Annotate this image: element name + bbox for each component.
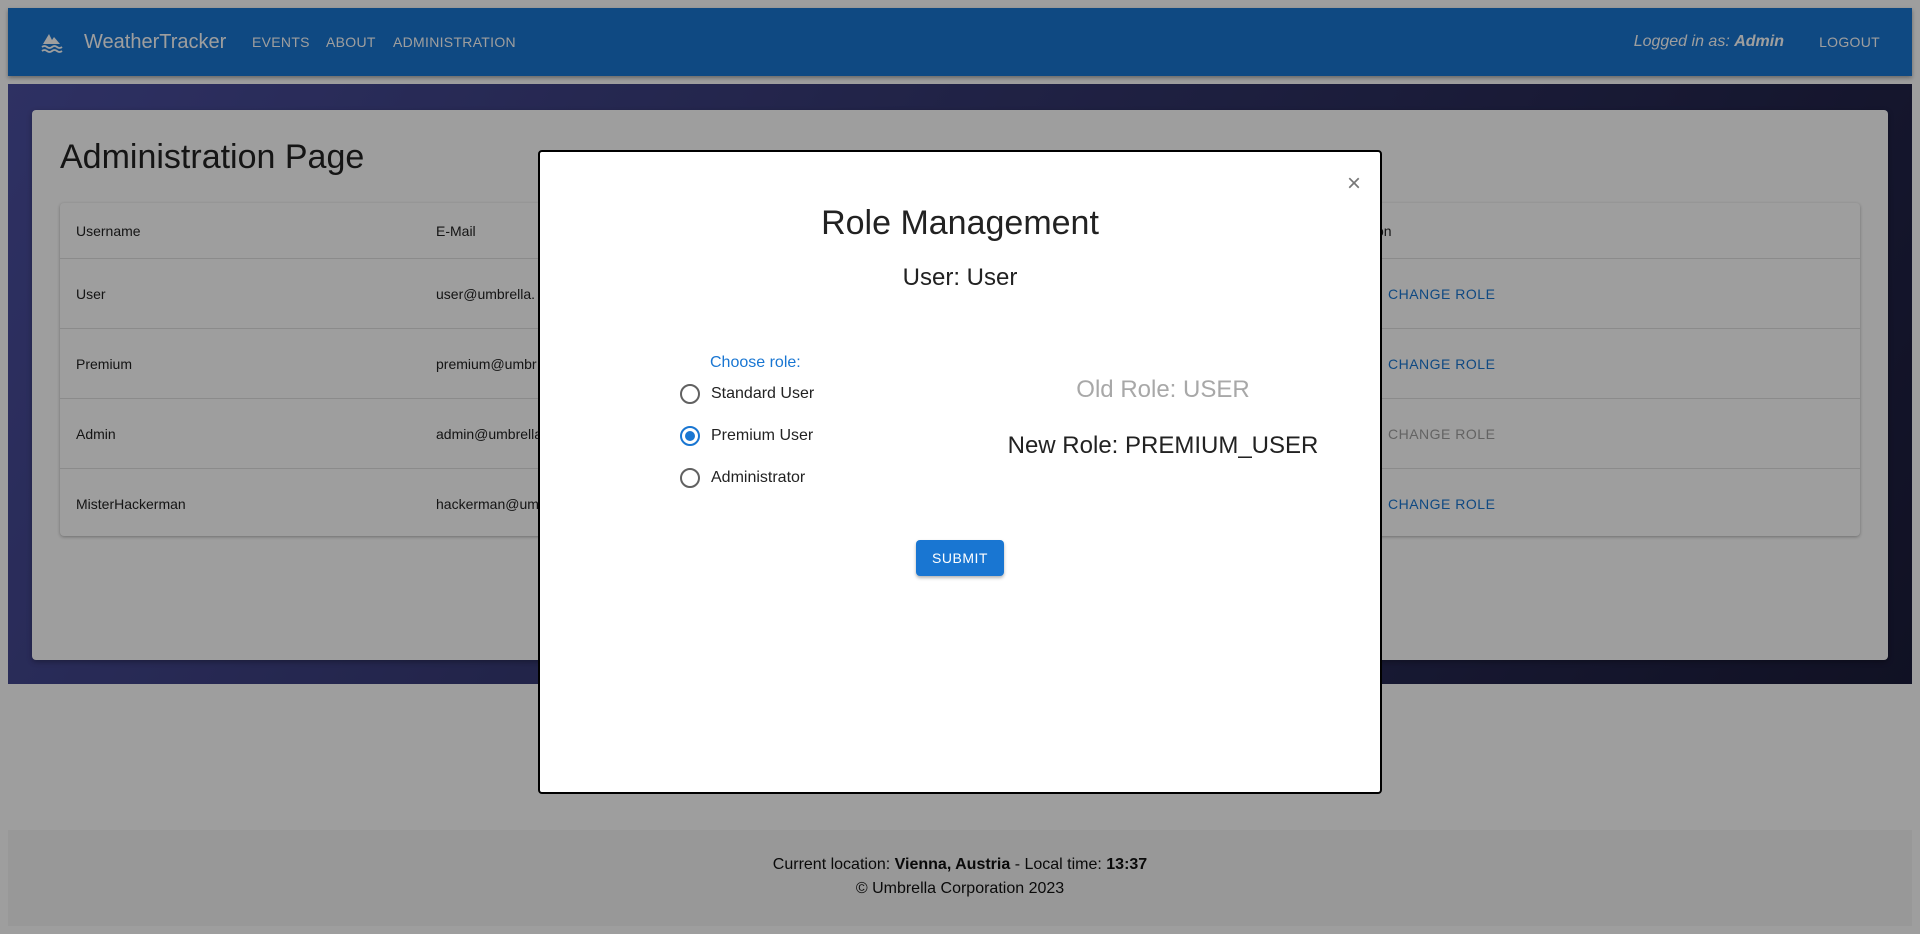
dialog-subtitle: User: User <box>902 264 1018 291</box>
radio-checked-icon[interactable] <box>680 426 700 446</box>
radio-label: Premium User <box>711 427 814 444</box>
radio-unchecked-icon[interactable] <box>680 468 700 488</box>
radio-administrator[interactable]: Administrator <box>680 464 805 492</box>
old-role-text: Old Role: USER <box>1076 376 1250 403</box>
choose-role-legend: Choose role: <box>710 354 801 371</box>
radio-label: Administrator <box>711 469 806 486</box>
radio-premium-user[interactable]: Premium User <box>680 422 813 450</box>
submit-button[interactable]: SUBMIT <box>916 540 1004 576</box>
close-icon[interactable]: × <box>1342 172 1366 196</box>
dialog-title: Role Management <box>821 204 1099 242</box>
radio-standard-user[interactable]: Standard User <box>680 380 814 408</box>
role-management-dialog: × Role Management User: User Choose role… <box>538 150 1382 794</box>
new-role-text: New Role: PREMIUM_USER <box>1007 432 1319 459</box>
radio-unchecked-icon[interactable] <box>680 384 700 404</box>
radio-label: Standard User <box>711 385 815 402</box>
